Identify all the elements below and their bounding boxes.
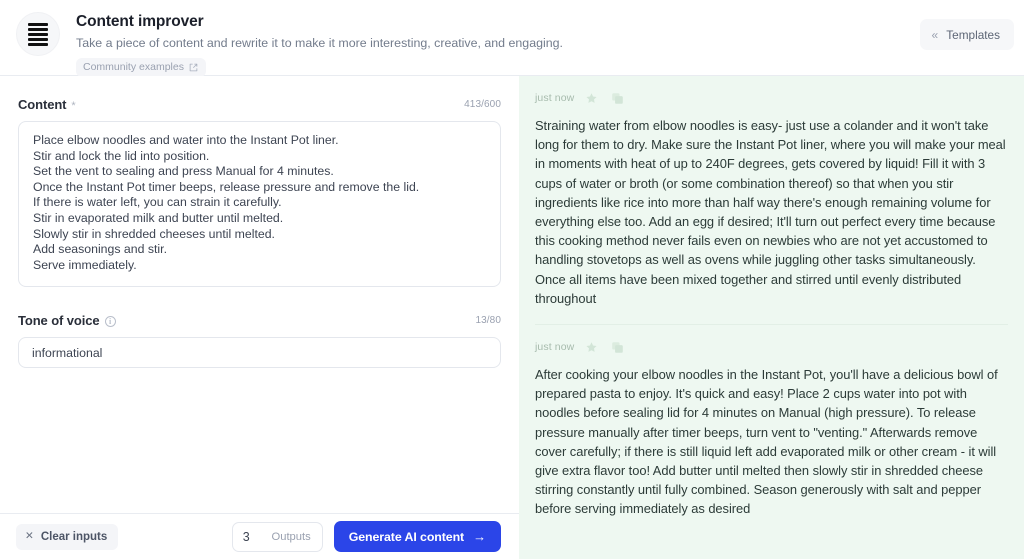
info-circle-icon[interactable]: i [104, 316, 116, 327]
chevron-double-left-icon: « [931, 27, 939, 42]
external-link-icon [189, 63, 198, 72]
outputs-count-label: Outputs [271, 530, 311, 543]
templates-button-label: Templates [946, 27, 1000, 42]
body-split: Content * 413/600 Place elbow noodles an… [0, 76, 1024, 559]
content-line: Stir in evaporated milk and butter until… [33, 210, 284, 225]
output-meta-row: just now [535, 90, 1008, 106]
input-panel: Content * 413/600 Place elbow noodles an… [0, 76, 519, 559]
logo-bar [28, 37, 48, 41]
outputs-count-input[interactable]: 3 Outputs [231, 521, 323, 552]
tone-label-text: Tone of voice [18, 313, 100, 328]
field-spacer [18, 287, 501, 313]
required-marker: * [71, 99, 76, 112]
tone-label-row: Tone of voice i 13/80 [18, 313, 501, 328]
templates-button[interactable]: « Templates [919, 19, 1014, 50]
footer-actions: 3 Outputs Generate AI content → [231, 521, 501, 552]
output-text: Straining water from elbow noodles is ea… [535, 118, 1006, 306]
content-line: Set the vent to sealing and press Manual… [33, 164, 334, 179]
content-line: If there is water left, you can strain i… [33, 195, 282, 210]
content-line: Add seasonings and stir. [33, 242, 167, 257]
content-line: Place elbow noodles and water into the I… [33, 133, 339, 147]
logo-bar [28, 22, 48, 26]
output-text: After cooking your elbow noodles in the … [535, 367, 998, 517]
arrow-right-icon: → [473, 529, 486, 544]
community-examples-label: Community examples [83, 61, 184, 73]
content-line: Stir and lock the lid into position. [33, 148, 210, 163]
page-header: Content improver Take a piece of content… [0, 0, 1024, 77]
output-meta-row: just now [535, 339, 1008, 355]
content-line: Slowly stir in shredded cheeses until me… [33, 226, 275, 241]
tone-of-voice-input[interactable]: informational [18, 337, 501, 368]
logo-bar [28, 42, 48, 46]
output-card: just now Straining water from elbow nood… [535, 76, 1008, 324]
input-panel-footer: ✕ Clear inputs 3 Outputs Generate AI con… [0, 513, 519, 559]
output-card: just now After cooking your elbow noodle… [535, 324, 1008, 535]
content-textarea[interactable]: Place elbow noodles and water into the I… [18, 121, 501, 287]
content-line: Once the Instant Pot timer beeps, releas… [33, 179, 420, 194]
content-line: Serve immediately. [33, 257, 137, 272]
tone-of-voice-value: informational [32, 345, 103, 360]
generate-ai-content-button[interactable]: Generate AI content → [333, 521, 501, 552]
content-char-counter: 413/600 [464, 99, 501, 110]
content-field-label: Content * [18, 97, 76, 112]
outputs-count-value: 3 [242, 529, 250, 544]
generate-button-label: Generate AI content [348, 529, 465, 544]
community-examples-link[interactable]: Community examples [76, 58, 206, 77]
output-timestamp: just now [535, 341, 575, 354]
tone-char-counter: 13/80 [475, 315, 501, 326]
header-text-block: Content improver Take a piece of content… [76, 10, 1008, 77]
input-panel-scroll: Content * 413/600 Place elbow noodles an… [0, 76, 519, 513]
clear-inputs-button[interactable]: ✕ Clear inputs [16, 523, 119, 550]
output-timestamp: just now [535, 92, 575, 104]
stacked-bars-icon [16, 12, 60, 56]
copy-icon[interactable] [609, 339, 626, 356]
logo-bar [28, 32, 48, 36]
content-label-text: Content [18, 97, 67, 112]
tone-field-label: Tone of voice i [18, 313, 116, 328]
copy-icon[interactable] [609, 90, 626, 107]
app-root: Content improver Take a piece of content… [0, 0, 1024, 559]
logo-bar [28, 27, 48, 31]
close-x-icon: ✕ [25, 530, 34, 543]
page-subtitle: Take a piece of content and rewrite it t… [76, 36, 563, 50]
output-panel[interactable]: just now Straining water from elbow nood… [519, 76, 1024, 559]
page-title: Content improver [76, 13, 204, 30]
star-icon[interactable] [583, 90, 600, 107]
star-icon[interactable] [583, 339, 600, 356]
content-label-row: Content * 413/600 [18, 97, 501, 112]
clear-inputs-label: Clear inputs [40, 530, 108, 543]
